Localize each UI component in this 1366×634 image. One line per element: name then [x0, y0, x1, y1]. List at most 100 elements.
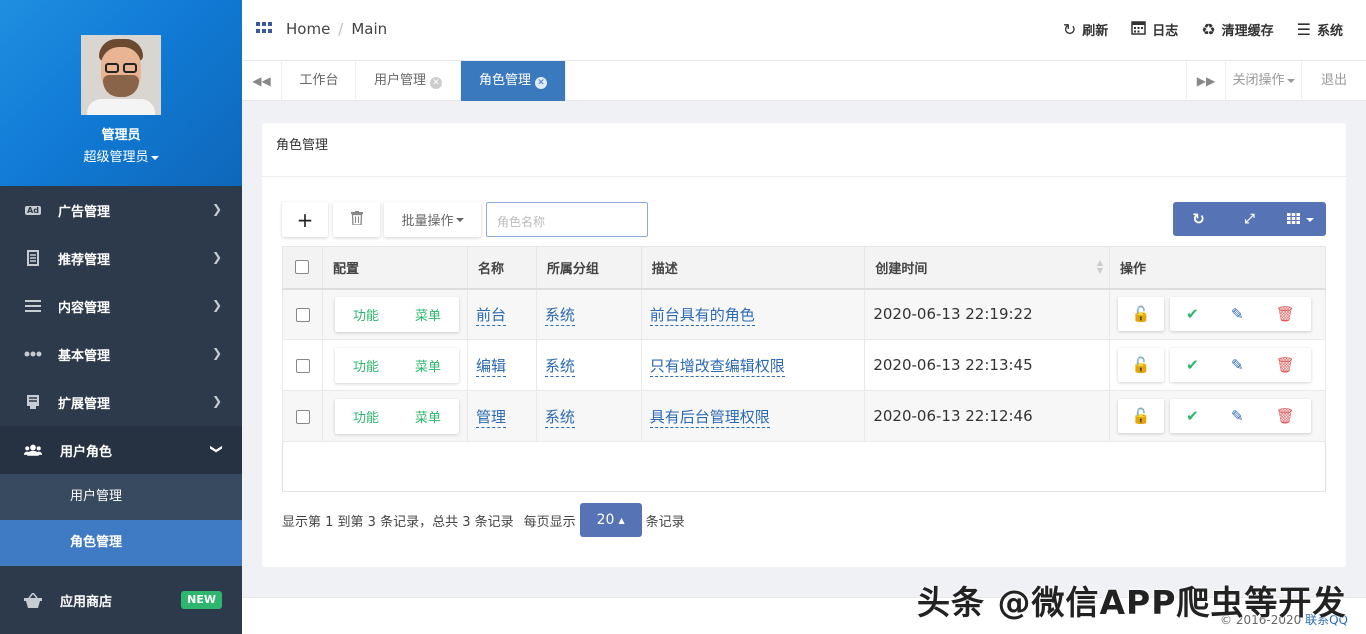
approve-icon[interactable]: ✔ [1186, 407, 1199, 425]
breadcrumb-home[interactable]: Home [286, 20, 330, 38]
role-name-link[interactable]: 管理 [475, 407, 506, 428]
user-role-dropdown[interactable]: 超级管理员 [0, 146, 242, 165]
tab-bar: ◀◀ 工作台 用户管理 ✕ 角色管理 ✕ ▶▶ 关闭操作 退出 [242, 61, 1366, 101]
trash-icon [350, 210, 363, 229]
tab-role-manage[interactable]: 角色管理 ✕ [461, 61, 566, 101]
page-size-dropdown[interactable]: 20 ▲ [579, 503, 642, 537]
user-name: 管理员 [101, 128, 141, 143]
select-all-checkbox[interactable] [295, 260, 309, 275]
group-link[interactable]: 系统 [544, 407, 575, 428]
sidebar-item-recommend[interactable]: 推荐管理 ❯ [0, 234, 242, 282]
desc-link[interactable]: 具有后台管理权限 [649, 407, 770, 428]
menu-button[interactable]: 菜单 [415, 305, 441, 324]
role-name-link[interactable]: 编辑 [475, 356, 506, 377]
tab-user-manage[interactable]: 用户管理 ✕ [356, 61, 461, 101]
row-checkbox[interactable] [296, 409, 310, 424]
delete-icon[interactable]: 🗑 [1276, 356, 1295, 374]
role-name-search-input[interactable]: 角色名称 [486, 202, 648, 237]
edit-icon[interactable]: ✎ [1231, 356, 1244, 374]
user-role-label: 超级管理员 [83, 150, 149, 165]
tabs-next-button[interactable]: ▶▶ [1186, 61, 1226, 101]
group-link[interactable]: 系统 [544, 356, 575, 377]
unlock-button[interactable]: 🔓 [1117, 399, 1164, 433]
row-checkbox[interactable] [296, 307, 310, 322]
table-tools-group: ↻ ⤢ [1173, 202, 1326, 236]
created-cell: 2020-06-13 22:19:22 [864, 288, 1110, 340]
role-name-link[interactable]: 前台 [475, 305, 506, 326]
group-link[interactable]: 系统 [544, 305, 575, 326]
checklist-icon: ☰ [1296, 20, 1311, 39]
edit-icon[interactable]: ✎ [1231, 305, 1244, 323]
breadcrumb-main: Main [351, 20, 388, 38]
col-created[interactable]: 创建时间 ▲ ▼ [864, 246, 1110, 290]
book-icon [24, 250, 42, 266]
logout-button[interactable]: 退出 [1302, 61, 1366, 101]
menu-button[interactable]: 菜单 [415, 407, 441, 426]
menu-button[interactable]: 菜单 [415, 356, 441, 375]
feature-button[interactable]: 功能 [353, 305, 379, 324]
feature-button[interactable]: 功能 [353, 356, 379, 375]
delete-button[interactable] [333, 202, 380, 237]
col-group: 所属分组 [535, 246, 642, 290]
unlock-button[interactable]: 🔓 [1117, 348, 1164, 382]
sidebar-item-user-roles[interactable]: 用户角色 ❯ [0, 426, 242, 474]
config-button-group: 功能 菜单 [334, 296, 459, 332]
group-cell: 系统 [535, 390, 642, 442]
delete-icon[interactable]: 🗑 [1276, 407, 1295, 425]
sidebar-item-ads[interactable]: Ad 广告管理 ❯ [0, 186, 242, 234]
delete-icon[interactable]: 🗑 [1276, 305, 1295, 323]
sidebar-item-basic[interactable]: 基本管理 ❯ [0, 330, 242, 378]
sidebar-subitem-role-manage[interactable]: 角色管理 [0, 520, 242, 566]
actions-cell: 🔓 ✔ ✎ 🗑 [1108, 288, 1327, 340]
sidebar-item-content[interactable]: 内容管理 ❯ [0, 282, 242, 330]
log-button[interactable]: 日志 [1131, 20, 1178, 39]
row-action-group: ✔ ✎ 🗑 [1169, 297, 1311, 332]
dots-icon [24, 347, 42, 361]
tab-workbench[interactable]: 工作台 [283, 61, 356, 101]
row-select-cell [282, 288, 323, 340]
tab-close-icon[interactable]: ✕ [535, 77, 547, 89]
apps-grid-icon[interactable] [256, 20, 272, 38]
refresh-table-button[interactable]: ↻ [1173, 210, 1224, 228]
approve-icon[interactable]: ✔ [1186, 356, 1199, 374]
clear-cache-button[interactable]: ♻ 清理缓存 [1201, 20, 1273, 39]
batch-ops-dropdown[interactable]: 批量操作 [384, 202, 481, 237]
list-icon [24, 299, 42, 313]
refresh-button[interactable]: ↻ 刷新 [1063, 20, 1108, 39]
edit-icon[interactable]: ✎ [1231, 407, 1244, 425]
columns-toggle-button[interactable] [1275, 210, 1326, 228]
row-action-group: ✔ ✎ 🗑 [1169, 348, 1311, 382]
config-cell: 功能 菜单 [321, 390, 468, 442]
sidebar-item-extend[interactable]: 扩展管理 ❯ [0, 378, 242, 426]
col-desc: 描述 [640, 246, 866, 290]
desc-link[interactable]: 只有增改查编辑权限 [649, 356, 785, 377]
sidebar-item-app-store[interactable]: 应用商店 NEW [0, 576, 242, 624]
sidebar-item-label: 内容管理 [58, 300, 111, 316]
ad-icon: Ad [25, 205, 41, 215]
page-size-value: 20 [596, 512, 615, 528]
config-cell: 功能 菜单 [321, 288, 468, 340]
actions-cell: 🔓 ✔ ✎ 🗑 [1108, 339, 1327, 391]
close-ops-dropdown[interactable]: 关闭操作 [1226, 61, 1302, 101]
logout-label: 退出 [1320, 73, 1347, 88]
row-checkbox[interactable] [296, 358, 310, 373]
table-row: 功能 菜单 编辑 系统 只有增改查编辑权限 2020-06-13 22:13:45… [282, 339, 1327, 391]
approve-icon[interactable]: ✔ [1186, 305, 1199, 323]
sidebar-item-label: 基本管理 [58, 348, 111, 364]
tab-close-icon[interactable]: ✕ [430, 77, 442, 89]
fullscreen-button[interactable]: ⤢ [1224, 212, 1275, 227]
chevron-right-icon: ❯ [211, 346, 222, 360]
avatar[interactable] [81, 35, 161, 115]
page-size-suffix: 条记录 [645, 514, 685, 530]
feature-button[interactable]: 功能 [353, 407, 379, 426]
tab-label: 角色管理 [478, 73, 531, 88]
tabs-prev-button[interactable]: ◀◀ [242, 61, 282, 101]
profile-card: 管理员 超级管理员 [0, 0, 242, 186]
desc-link[interactable]: 前台具有的角色 [649, 305, 755, 326]
unlock-button[interactable]: 🔓 [1117, 297, 1164, 332]
close-ops-label: 关闭操作 [1232, 73, 1285, 88]
sidebar-subitem-user-manage[interactable]: 用户管理 [0, 474, 242, 520]
add-button[interactable]: + [282, 202, 328, 237]
system-button[interactable]: ☰ 系统 [1297, 20, 1343, 39]
new-badge: NEW [181, 591, 222, 609]
